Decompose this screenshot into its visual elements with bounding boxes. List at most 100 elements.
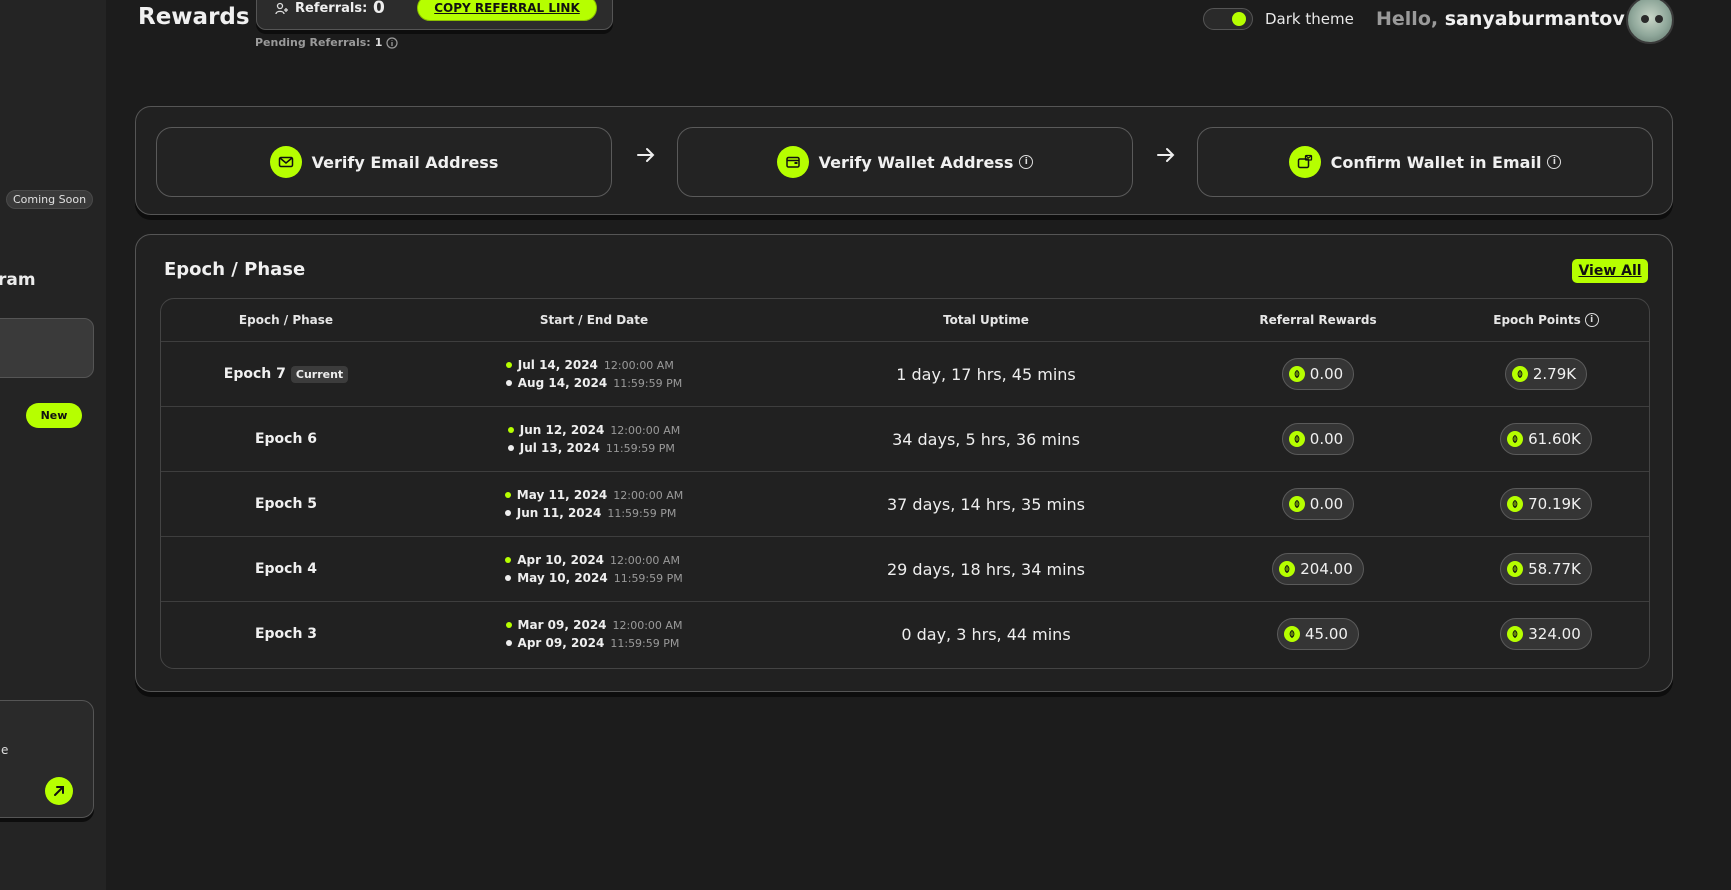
end-date-value: Jul 13, 2024: [519, 441, 600, 455]
end-dot-icon: [507, 445, 514, 451]
add-user-icon: [275, 2, 288, 14]
uptime-cell: 0 day, 3 hrs, 44 mins: [777, 602, 1195, 666]
start-time-value: 12:00:00 AM: [612, 618, 683, 632]
end-time-value: 11:59:59 PM: [610, 636, 680, 650]
end-date-value: Jun 11, 2024: [516, 506, 602, 520]
uptime-value: 34 days, 5 hrs, 36 mins: [892, 429, 1080, 449]
verify-wallet-label: Verify Wallet Address: [818, 152, 1014, 172]
referral-rewards-cell: 45.00: [1195, 602, 1441, 666]
coin-icon: [1288, 496, 1305, 512]
end-dot-icon: [505, 575, 512, 581]
start-time-value: 12:00:00 AM: [610, 423, 681, 437]
arrow-up-right-icon: [54, 786, 64, 796]
coin-icon: [1279, 561, 1296, 577]
verify-wallet-step[interactable]: Verify Wallet Address i: [677, 127, 1133, 197]
referrals-count: 0: [373, 0, 385, 18]
referral-rewards-pill: 0.00: [1281, 423, 1355, 455]
coin-icon: [1507, 626, 1524, 642]
table-row: Epoch 5 May 11, 2024 12:00:00 AM Jun 11,…: [161, 471, 1649, 536]
table-header-row: Epoch / Phase Start / End Date Total Upt…: [161, 299, 1649, 341]
end-time-value: 11:59:59 PM: [613, 376, 683, 390]
table-row: Epoch 4 Apr 10, 2024 12:00:00 AM May 10,…: [161, 536, 1649, 601]
column-header-uptime: Total Uptime: [943, 313, 1029, 327]
info-icon[interactable]: i: [1584, 313, 1599, 327]
table-row: Epoch 3 Mar 09, 2024 12:00:00 AM Apr 09,…: [161, 601, 1649, 666]
uptime-cell: 37 days, 14 hrs, 35 mins: [777, 472, 1195, 536]
view-all-button[interactable]: View All: [1572, 259, 1648, 283]
copy-referral-link-button[interactable]: COPY REFERRAL LINK: [417, 0, 597, 21]
referral-rewards-cell: 0.00: [1195, 407, 1441, 471]
info-icon[interactable]: i: [1547, 155, 1562, 169]
info-icon[interactable]: i: [1019, 155, 1034, 169]
epoch-points-pill: 58.77K: [1500, 553, 1592, 585]
start-date: Apr 10, 2024 12:00:00 AM: [505, 553, 683, 567]
avatar-eye-right: [1655, 15, 1663, 23]
start-dot-icon: [505, 622, 512, 628]
table-row: Epoch 7 Current Jul 14, 2024 12:00:00 AM…: [161, 341, 1649, 406]
start-time-value: 12:00:00 AM: [610, 553, 680, 567]
epoch-points-pill: 2.79K: [1504, 358, 1588, 390]
coin-icon: [1288, 431, 1305, 447]
sidebar-input-box[interactable]: [0, 318, 94, 378]
epoch-cell: Epoch 6: [161, 407, 411, 471]
verify-email-label: Verify Email Address: [311, 152, 499, 172]
start-dot-icon: [505, 362, 512, 368]
epoch-points-value: 61.60K: [1528, 430, 1581, 448]
epoch-table-panel: Epoch / Phase View All Epoch / Phase Sta…: [135, 234, 1673, 692]
uptime-value: 37 days, 14 hrs, 35 mins: [886, 494, 1085, 514]
coin-icon: [1507, 561, 1524, 577]
referral-rewards-value: 0.00: [1309, 495, 1344, 513]
referrals-label-text: Referrals:: [295, 1, 368, 16]
epoch-points-cell: 2.79K: [1441, 342, 1649, 406]
end-date: Jul 13, 2024 11:59:59 PM: [507, 441, 680, 455]
epoch-points-cell: 58.77K: [1441, 537, 1649, 601]
epoch-points-value: 324.00: [1528, 625, 1581, 643]
end-dot-icon: [505, 380, 512, 386]
sidebar: Coming Soon ram New e: [0, 0, 106, 890]
referrals-label: Referrals:: [275, 1, 367, 16]
sidebar-promo-card: e: [0, 700, 94, 818]
uptime-cell: 1 day, 17 hrs, 45 mins: [777, 342, 1195, 406]
coin-icon: [1511, 366, 1528, 382]
start-dot-icon: [505, 557, 512, 563]
avatar[interactable]: [1626, 0, 1674, 44]
epoch-name: Epoch 6: [254, 431, 318, 447]
end-time-value: 11:59:59 PM: [613, 571, 683, 585]
start-date-value: May 11, 2024: [516, 488, 608, 502]
epoch-cell: Epoch 7 Current: [161, 342, 411, 406]
end-date-value: Apr 09, 2024: [517, 636, 605, 650]
confirm-wallet-step[interactable]: Confirm Wallet in Email i: [1197, 127, 1653, 197]
dark-theme-toggle[interactable]: [1203, 8, 1253, 30]
pending-referrals: Pending Referrals: 1: [255, 36, 398, 49]
dates-cell: Mar 09, 2024 12:00:00 AM Apr 09, 2024 11…: [411, 602, 777, 666]
column-header-epoch-points: Epoch Points i: [1441, 299, 1649, 341]
promo-go-button[interactable]: [45, 777, 73, 805]
epoch-table: Epoch / Phase Start / End Date Total Upt…: [160, 298, 1650, 669]
referral-rewards-cell: 0.00: [1195, 472, 1441, 536]
referral-rewards-value: 45.00: [1305, 625, 1348, 643]
uptime-value: 29 days, 18 hrs, 34 mins: [886, 559, 1085, 579]
start-date: Jul 14, 2024 12:00:00 AM: [505, 358, 682, 372]
pending-referrals-value: 1: [374, 36, 383, 49]
column-header-dates: Start / End Date: [539, 313, 649, 327]
confirm-wallet-label: Confirm Wallet in Email: [1330, 152, 1542, 172]
toggle-knob: [1232, 12, 1246, 26]
coin-icon: [1288, 366, 1305, 382]
epoch-points-cell: 61.60K: [1441, 407, 1649, 471]
start-date: May 11, 2024 12:00:00 AM: [504, 488, 683, 502]
dates-cell: Apr 10, 2024 12:00:00 AM May 10, 2024 11…: [411, 537, 777, 601]
start-dot-icon: [507, 427, 514, 433]
epoch-points-value: 2.79K: [1532, 365, 1577, 383]
uptime-cell: 29 days, 18 hrs, 34 mins: [777, 537, 1195, 601]
coin-icon: [1507, 431, 1524, 447]
epoch-points-cell: 324.00: [1441, 602, 1649, 666]
start-date-value: Jun 12, 2024: [519, 423, 605, 437]
end-date: May 10, 2024 11:59:59 PM: [505, 571, 683, 585]
referral-rewards-cell: 0.00: [1195, 342, 1441, 406]
end-time-value: 11:59:59 PM: [607, 506, 677, 520]
coin-icon: [1284, 626, 1301, 642]
start-date-value: Apr 10, 2024: [517, 553, 605, 567]
verify-email-step[interactable]: Verify Email Address: [156, 127, 612, 197]
info-icon[interactable]: [386, 36, 398, 49]
uptime-cell: 34 days, 5 hrs, 36 mins: [777, 407, 1195, 471]
